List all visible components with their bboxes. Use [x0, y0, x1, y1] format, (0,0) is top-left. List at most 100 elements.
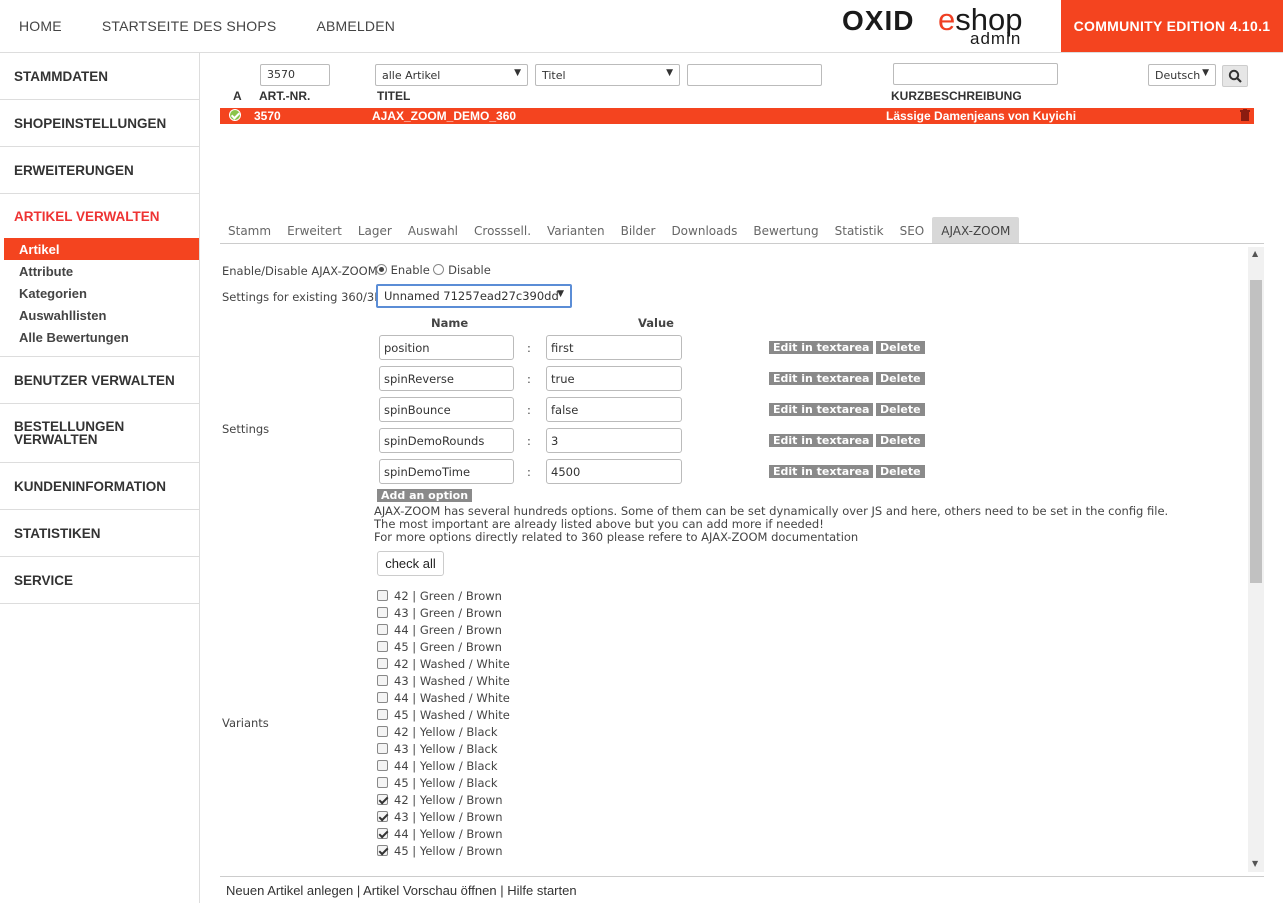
col-header-kurzbeschreibung[interactable]: KURZBESCHREIBUNG: [891, 89, 1022, 103]
edit-in-textarea-button[interactable]: Edit in textarea: [769, 403, 874, 416]
variant-checkbox[interactable]: [377, 590, 388, 601]
language-select[interactable]: Deutsch ▼: [1148, 64, 1216, 86]
col-header-active[interactable]: A: [233, 89, 242, 103]
option-name-input[interactable]: position: [379, 335, 514, 360]
description-line: For more options directly related to 360…: [374, 530, 859, 544]
scroll-down-icon[interactable]: ▼: [1252, 859, 1258, 868]
sidebar-item-attribute[interactable]: Attribute: [0, 260, 199, 282]
option-value-input[interactable]: first: [546, 335, 682, 360]
sidebar-section-artikel-verwalten[interactable]: ARTIKEL VERWALTEN: [0, 194, 199, 238]
sidebar-section-stammdaten[interactable]: STAMMDATEN: [0, 53, 199, 100]
disable-radio[interactable]: [433, 264, 445, 275]
footer-separator: |: [356, 883, 361, 898]
trash-icon[interactable]: [1240, 109, 1250, 124]
variant-checkbox[interactable]: [377, 641, 388, 652]
variant-checkbox[interactable]: [377, 675, 388, 686]
list-item: 42 | Washed / White: [377, 655, 510, 672]
tab-ajax-zoom[interactable]: AJAX-ZOOM: [932, 217, 1020, 243]
option-name-input[interactable]: spinDemoRounds: [379, 428, 514, 453]
option-value-input[interactable]: 3: [546, 428, 682, 453]
ajax-zoom-panel: Enable/Disable AJAX-ZOOM Enable Disable …: [220, 247, 1248, 872]
nav-shop-start-link[interactable]: STARTSEITE DES SHOPS: [102, 18, 277, 34]
sidebar-section-service[interactable]: SERVICE: [0, 557, 199, 604]
variant-label: 43 | Washed / White: [394, 673, 510, 688]
category-filter-select[interactable]: alle Artikel ▼: [375, 64, 528, 86]
scrollbar-thumb[interactable]: [1250, 280, 1262, 583]
edit-in-textarea-button[interactable]: Edit in textarea: [769, 341, 874, 354]
col-header-titel[interactable]: TITEL: [377, 89, 410, 103]
settings360-label: Settings for existing 360/3D: [222, 290, 384, 304]
title-filter-input[interactable]: [687, 64, 822, 86]
variant-checkbox[interactable]: [377, 658, 388, 669]
variant-checkbox[interactable]: [377, 794, 388, 805]
variant-checkbox[interactable]: [377, 760, 388, 771]
option-name-input[interactable]: spinReverse: [379, 366, 514, 391]
edit-in-textarea-button[interactable]: Edit in textarea: [769, 372, 874, 385]
field-filter-value: Titel: [542, 69, 566, 82]
variant-checkbox[interactable]: [377, 709, 388, 720]
tab-crosssell[interactable]: Crosssell.: [466, 217, 539, 243]
col-header-artnr[interactable]: ART.-NR.: [259, 89, 310, 103]
sidebar-section-statistiken[interactable]: STATISTIKEN: [0, 510, 199, 557]
edit-in-textarea-button[interactable]: Edit in textarea: [769, 434, 874, 447]
check-all-button[interactable]: check all: [377, 551, 444, 576]
tab-stamm[interactable]: Stamm: [220, 217, 279, 243]
variant-checkbox[interactable]: [377, 726, 388, 737]
variant-checkbox[interactable]: [377, 777, 388, 788]
variant-checkbox[interactable]: [377, 811, 388, 822]
edit-in-textarea-button[interactable]: Edit in textarea: [769, 465, 874, 478]
sidebar-section-erweiterungen[interactable]: ERWEITERUNGEN: [0, 147, 199, 194]
delete-option-button[interactable]: Delete: [876, 372, 925, 385]
add-option-button[interactable]: Add an option: [377, 489, 473, 502]
help-link[interactable]: Hilfe starten: [507, 883, 576, 898]
delete-option-button[interactable]: Delete: [876, 465, 925, 478]
tab-bilder[interactable]: Bilder: [613, 217, 664, 243]
tab-erweitert[interactable]: Erweitert: [279, 217, 350, 243]
option-name-input[interactable]: spinBounce: [379, 397, 514, 422]
sidebar-item-artikel[interactable]: Artikel: [4, 238, 199, 260]
sidebar-section-kunden[interactable]: KUNDENINFORMATION: [0, 463, 199, 510]
sidebar-item-auswahllisten[interactable]: Auswahllisten: [0, 304, 199, 326]
tab-seo[interactable]: SEO: [892, 217, 933, 243]
enable-radio[interactable]: [376, 264, 387, 275]
variant-checkbox[interactable]: [377, 743, 388, 754]
tab-bewertung[interactable]: Bewertung: [745, 217, 826, 243]
content-scrollbar[interactable]: ▲ ▼: [1248, 247, 1264, 872]
new-article-link[interactable]: Neuen Artikel anlegen: [226, 883, 353, 898]
shortdesc-filter-input[interactable]: [893, 63, 1058, 85]
field-filter-select[interactable]: Titel ▼: [535, 64, 680, 86]
chevron-down-icon: ▼: [557, 289, 564, 299]
sidebar-item-kategorien[interactable]: Kategorien: [0, 282, 199, 304]
scroll-up-icon[interactable]: ▲: [1252, 249, 1258, 258]
option-row: spinBounce : false Edit in textarea Dele…: [379, 397, 939, 422]
tab-auswahl[interactable]: Auswahl: [400, 217, 466, 243]
delete-option-button[interactable]: Delete: [876, 403, 925, 416]
artnr-filter-input[interactable]: 3570: [260, 64, 330, 86]
sidebar-section-bestellungen[interactable]: BESTELLUNGEN VERWALTEN: [0, 404, 199, 463]
table-row[interactable]: 3570 AJAX_ZOOM_DEMO_360 Lässige Damenjea…: [220, 108, 1254, 124]
search-button[interactable]: [1222, 65, 1248, 87]
tab-lager[interactable]: Lager: [350, 217, 400, 243]
option-value-input[interactable]: true: [546, 366, 682, 391]
variant-checkbox[interactable]: [377, 828, 388, 839]
delete-option-button[interactable]: Delete: [876, 341, 925, 354]
variant-checkbox[interactable]: [377, 692, 388, 703]
variant-checkbox[interactable]: [377, 624, 388, 635]
article-preview-link[interactable]: Artikel Vorschau öffnen: [363, 883, 496, 898]
sidebar-section-benutzer[interactable]: BENUTZER VERWALTEN: [0, 357, 199, 404]
nav-logout-link[interactable]: ABMELDEN: [316, 18, 395, 34]
variant-checkbox[interactable]: [377, 845, 388, 856]
option-name-input[interactable]: spinDemoTime: [379, 459, 514, 484]
nav-home-link[interactable]: HOME: [19, 18, 62, 34]
tab-statistik[interactable]: Statistik: [827, 217, 892, 243]
language-value: Deutsch: [1155, 69, 1201, 82]
tab-downloads[interactable]: Downloads: [663, 217, 745, 243]
delete-option-button[interactable]: Delete: [876, 434, 925, 447]
settings360-select[interactable]: Unnamed 71257ead27c390dd ▼: [376, 284, 572, 308]
sidebar-item-alle-bewertungen[interactable]: Alle Bewertungen: [0, 326, 199, 348]
tab-varianten[interactable]: Varianten: [539, 217, 613, 243]
variant-checkbox[interactable]: [377, 607, 388, 618]
sidebar-section-shopeinstellungen[interactable]: SHOPEINSTELLUNGEN: [0, 100, 199, 147]
option-value-input[interactable]: false: [546, 397, 682, 422]
option-value-input[interactable]: 4500: [546, 459, 682, 484]
